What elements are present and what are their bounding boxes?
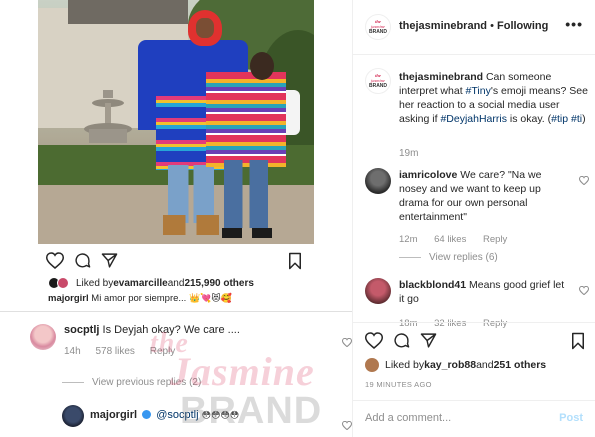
comment-reply-button[interactable]: Reply bbox=[483, 234, 507, 245]
comment-reply-button[interactable]: Reply bbox=[483, 318, 507, 329]
comment-likes[interactable]: 64 likes bbox=[434, 234, 466, 245]
liked-by-user[interactable]: evamarcille bbox=[113, 278, 168, 289]
avatar[interactable] bbox=[62, 405, 84, 427]
comment-username[interactable]: socptlj bbox=[64, 324, 99, 336]
comment-username[interactable]: iamricolove bbox=[399, 169, 457, 181]
following-button[interactable]: Following bbox=[497, 20, 548, 32]
comment-like-icon[interactable] bbox=[579, 286, 589, 295]
divider bbox=[0, 311, 352, 312]
verified-badge-icon bbox=[142, 410, 152, 419]
add-comment-input[interactable]: Add a comment... bbox=[365, 412, 451, 424]
share-icon[interactable] bbox=[101, 252, 118, 269]
bookmark-icon[interactable] bbox=[288, 252, 302, 270]
view-previous-replies[interactable]: View previous replies (2) bbox=[62, 377, 201, 388]
reply-text-line: majorgirl @socptlj 😳😳😳😳 bbox=[90, 409, 239, 421]
liked-by-prefix: Liked by bbox=[385, 359, 425, 371]
comment-username[interactable]: blackblond41 bbox=[399, 279, 466, 291]
brand-logo[interactable]: the jasmine BRAND bbox=[365, 68, 391, 94]
likes-summary: Liked by evamarcille and 215,990 others bbox=[48, 277, 254, 289]
reply-username[interactable]: majorgirl bbox=[90, 409, 137, 421]
post-actions bbox=[46, 252, 306, 272]
view-replies-label: View replies (6) bbox=[429, 252, 498, 263]
comment-text: Is Deyjah okay? We care .... bbox=[102, 324, 240, 336]
caption-username[interactable]: thejasminebrand bbox=[399, 71, 483, 83]
liker-avatars bbox=[48, 277, 70, 289]
bookmark-icon[interactable] bbox=[571, 332, 585, 350]
left-panel: Liked by evamarcille and 215,990 others … bbox=[0, 0, 352, 437]
comment-time: 18m bbox=[399, 318, 418, 329]
comment-time: 12m bbox=[399, 234, 418, 245]
comment-meta: 14h 578 likes Reply bbox=[64, 346, 354, 357]
divider bbox=[353, 54, 595, 55]
liked-by-count[interactable]: 215,990 others bbox=[184, 278, 254, 289]
liked-by-and: and bbox=[167, 277, 185, 289]
view-replies[interactable]: View replies (6) bbox=[399, 252, 498, 263]
view-previous-replies-label: View previous replies (2) bbox=[92, 377, 202, 388]
caption-text: Mi amor por siempre... bbox=[91, 293, 187, 304]
comment-like-icon[interactable] bbox=[579, 176, 589, 185]
hashtag-deyjahharris[interactable]: #DeyjahHarris bbox=[440, 113, 507, 125]
comment-icon[interactable] bbox=[74, 252, 91, 269]
caption-text: thejasminebrand Can someone interpret wh… bbox=[399, 71, 588, 125]
divider bbox=[353, 322, 595, 323]
liked-by-user[interactable]: kay_rob88 bbox=[424, 359, 476, 371]
header-username[interactable]: thejasminebrand bbox=[399, 20, 487, 32]
header-separator: • bbox=[487, 20, 497, 32]
post-timestamp[interactable]: 19 MINUTES AGO bbox=[365, 380, 432, 389]
post-comment-button[interactable]: Post bbox=[559, 412, 583, 424]
comment-likes[interactable]: 578 likes bbox=[95, 346, 134, 357]
reply-emojis: 😳😳😳😳 bbox=[201, 411, 240, 421]
comment-text: blackblond41 Means good grief let it go bbox=[399, 279, 565, 305]
comment-like-icon[interactable] bbox=[342, 338, 352, 347]
share-icon[interactable] bbox=[420, 332, 437, 349]
comment-time: 14h bbox=[64, 346, 81, 357]
post-actions bbox=[365, 332, 587, 352]
hashtag-tiny[interactable]: #Tiny bbox=[466, 85, 491, 97]
post-caption-line: majorgirl Mi amor por siempre... 👑💘😻🥰 bbox=[48, 293, 232, 304]
liked-by-prefix: Liked by bbox=[76, 277, 114, 289]
comment-likes[interactable]: 32 likes bbox=[434, 318, 466, 329]
avatar[interactable] bbox=[30, 324, 56, 350]
comment-meta: 18m 32 likes Reply bbox=[399, 318, 521, 329]
post-header: the jasmine BRAND thejasminebrand • Foll… bbox=[365, 14, 587, 40]
comment-text: iamricolove We care? "Na we nosey and we… bbox=[399, 169, 542, 223]
comment-meta: 12m 64 likes Reply bbox=[399, 234, 521, 245]
hashtag-tip[interactable]: #tip bbox=[551, 113, 568, 125]
comment-icon[interactable] bbox=[393, 332, 410, 349]
comments-list: the jasmine BRAND thejasminebrand Can so… bbox=[365, 68, 589, 338]
post-photo bbox=[38, 0, 314, 244]
divider bbox=[353, 400, 595, 401]
liked-by-and: and bbox=[476, 359, 494, 371]
right-panel: the jasmine BRAND thejasminebrand • Foll… bbox=[352, 0, 595, 437]
comment-reply-button[interactable]: Reply bbox=[150, 346, 176, 357]
avatar[interactable] bbox=[365, 168, 391, 194]
brand-logo[interactable]: the jasmine BRAND bbox=[365, 14, 391, 40]
caption-username[interactable]: majorgirl bbox=[48, 293, 89, 304]
caption-emojis: 👑💘😻🥰 bbox=[188, 294, 232, 304]
header-user-line: thejasminebrand • Following bbox=[399, 20, 548, 32]
liked-by-count[interactable]: 251 others bbox=[494, 359, 547, 371]
reply-mention[interactable]: @socptlj bbox=[156, 409, 198, 421]
likes-summary: Liked by kay_rob88 and 251 others bbox=[365, 358, 546, 372]
hashtag-ti[interactable]: #ti bbox=[571, 113, 582, 125]
post-caption: the jasmine BRAND thejasminebrand Can so… bbox=[365, 68, 589, 168]
comment-iamricolove: iamricolove We care? "Na we nosey and we… bbox=[365, 168, 589, 278]
more-options-icon[interactable]: ••• bbox=[565, 16, 583, 32]
heart-icon[interactable] bbox=[365, 332, 383, 349]
caption-time: 19m bbox=[399, 148, 419, 159]
heart-icon[interactable] bbox=[46, 252, 64, 269]
comment-blackblond41: blackblond41 Means good grief let it go … bbox=[365, 278, 589, 338]
avatar[interactable] bbox=[365, 358, 379, 372]
comment-text-line: socptlj Is Deyjah okay? We care .... bbox=[64, 324, 354, 336]
avatar[interactable] bbox=[365, 278, 391, 304]
comment-like-icon[interactable] bbox=[342, 421, 352, 430]
